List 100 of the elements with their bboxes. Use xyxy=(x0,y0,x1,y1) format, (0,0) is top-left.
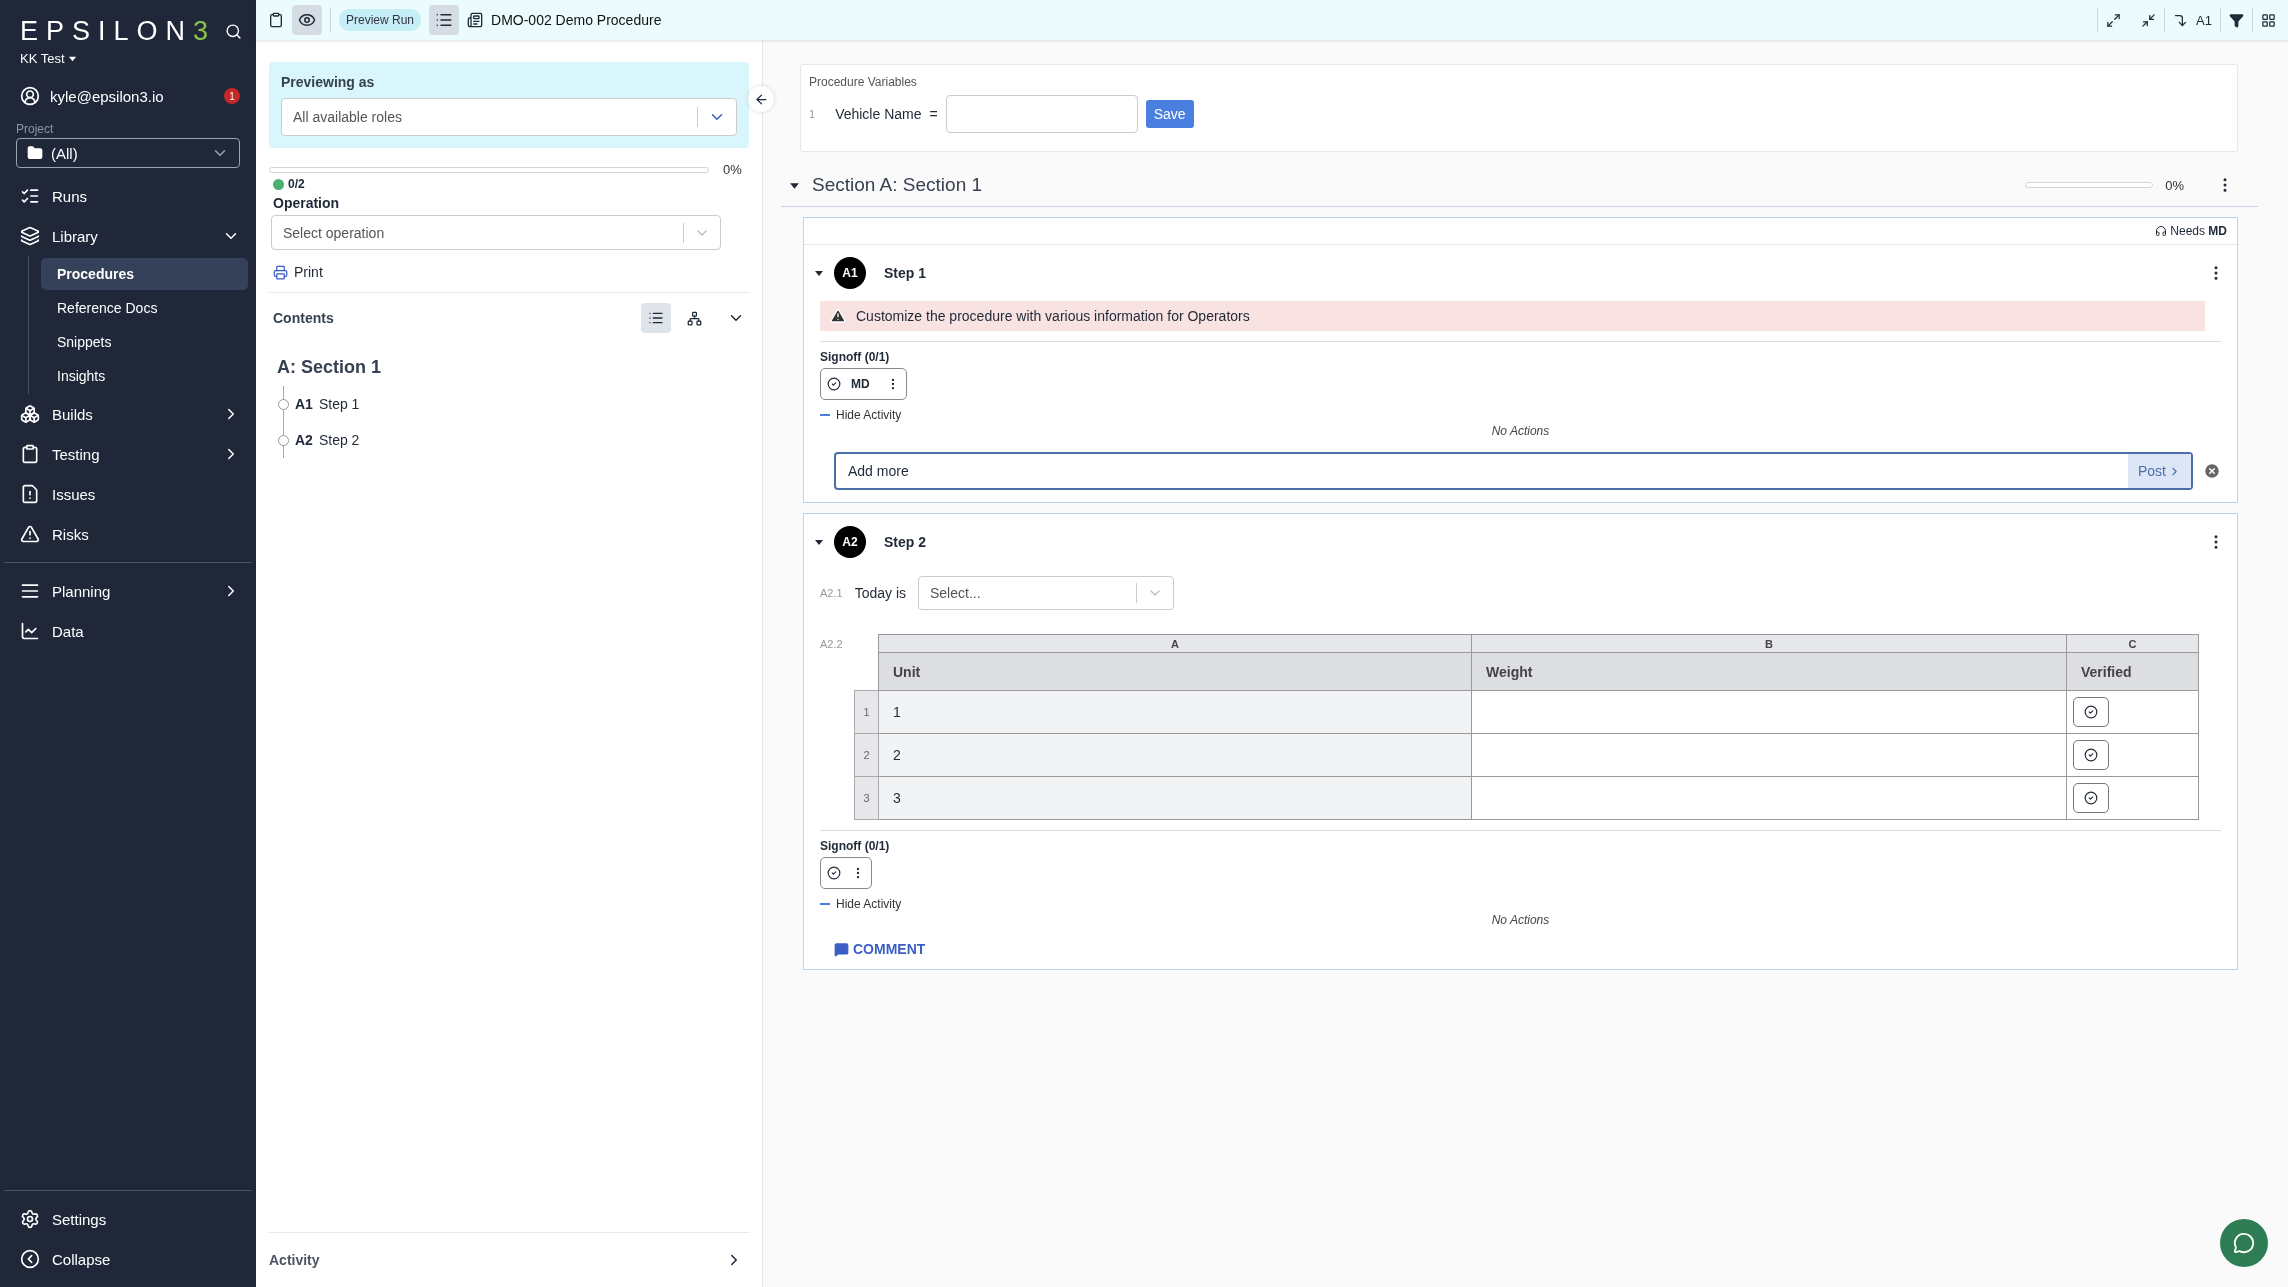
sidebar-footer-item[interactable]: Settings xyxy=(0,1199,256,1239)
operation-select[interactable]: Select operation xyxy=(271,215,721,250)
signoff-button[interactable]: MD xyxy=(820,368,907,400)
folder-icon xyxy=(27,145,43,161)
chevron-left-icon xyxy=(20,1249,40,1269)
sidebar-sub-item[interactable]: Procedures xyxy=(41,258,248,290)
dropdown-field[interactable]: Select... xyxy=(918,576,1174,610)
clipboard-icon xyxy=(20,444,40,464)
activity-label[interactable]: Activity xyxy=(269,1252,320,1268)
jump-label[interactable]: A1 xyxy=(2196,12,2212,28)
verify-button[interactable] xyxy=(2073,697,2109,727)
step-badge: A2 xyxy=(834,526,866,558)
role-select[interactable]: All available roles xyxy=(281,98,737,136)
menu-icon xyxy=(20,581,40,601)
preview-run-badge: Preview Run xyxy=(339,9,422,31)
no-actions-text: No Actions xyxy=(1490,424,1551,438)
step-title: Step 2 xyxy=(884,534,926,550)
save-button[interactable]: Save xyxy=(1145,100,1194,128)
sidebar-nav-item[interactable]: Runs xyxy=(0,176,256,216)
needs-label: Needs MD xyxy=(2170,224,2227,238)
section-progress-reading: 0% xyxy=(2165,177,2184,193)
sidebar-nav-item[interactable]: Planning xyxy=(0,571,256,611)
variable-input[interactable] xyxy=(945,95,1138,133)
layers-icon xyxy=(20,226,40,246)
signoff-button[interactable] xyxy=(820,857,872,889)
column-letter: A xyxy=(878,634,1472,653)
signoff-title: Signoff (0/1) xyxy=(820,350,891,364)
verify-button[interactable] xyxy=(2073,783,2109,813)
user-avatar-icon xyxy=(20,86,40,106)
chat-icon xyxy=(2233,1232,2255,1254)
column-header: Weight xyxy=(1471,652,2067,691)
signoff-title: Signoff (0/1) xyxy=(820,839,891,853)
filter-icon[interactable] xyxy=(2229,12,2244,28)
list-view-button[interactable] xyxy=(641,303,671,333)
post-button[interactable]: Post xyxy=(2128,454,2191,488)
caret-down-icon[interactable] xyxy=(814,537,824,547)
caret-down-icon[interactable] xyxy=(814,268,824,278)
checklist-icon xyxy=(20,186,40,206)
check-circle-icon xyxy=(2084,705,2098,719)
jump-icon xyxy=(2173,12,2189,28)
sidebar-nav-item[interactable]: Library xyxy=(0,216,256,256)
collapse-icon[interactable] xyxy=(2141,12,2157,28)
sidebar-nav-item[interactable]: Issues xyxy=(0,474,256,514)
eye-icon xyxy=(298,11,316,29)
warning-icon xyxy=(830,308,846,324)
row-number: 1 xyxy=(854,690,879,734)
contents-title: Contents xyxy=(273,310,334,326)
workspace-switcher[interactable]: KK Test xyxy=(20,51,65,66)
check-circle-icon xyxy=(827,866,841,880)
warning-text: Customize the procedure with various information for Operators xyxy=(856,308,1250,324)
contents-step-item[interactable]: A1 Step 1 xyxy=(278,386,749,422)
sidebar-nav-item[interactable]: Risks xyxy=(0,514,256,554)
row-number: 2 xyxy=(854,733,879,777)
settings-icon xyxy=(20,1209,40,1229)
check-circle-icon xyxy=(2084,748,2098,762)
chat-launcher-button[interactable] xyxy=(2220,1219,2268,1267)
table-cell[interactable] xyxy=(1471,733,2067,777)
headset-icon xyxy=(2155,225,2168,237)
line-chart-icon xyxy=(20,621,40,641)
progress-reading: 0% xyxy=(723,162,742,177)
document-icon xyxy=(467,12,484,28)
comment-icon xyxy=(834,941,849,957)
sidebar-sub-item[interactable]: Snippets xyxy=(41,326,248,358)
contents-section-title[interactable]: A: Section 1 xyxy=(269,343,749,386)
project-label: Project xyxy=(15,121,55,138)
sidebar-footer-item[interactable]: Collapse xyxy=(0,1239,256,1279)
user-email[interactable]: kyle@epsilon3.io xyxy=(50,87,164,105)
table-cell: 2 xyxy=(878,733,1472,777)
sidebar-sub-item[interactable]: Reference Docs xyxy=(41,292,248,324)
verify-button[interactable] xyxy=(2073,740,2109,770)
sidebar-nav-item[interactable]: Testing xyxy=(0,434,256,474)
comment-input[interactable]: Add more Post xyxy=(834,452,2193,490)
column-letter: B xyxy=(1471,634,2067,653)
clear-icon[interactable] xyxy=(2203,462,2221,480)
sidebar-nav-item[interactable]: Data xyxy=(0,611,256,651)
search-icon[interactable] xyxy=(225,23,242,40)
sidebar-sub-item[interactable]: Insights xyxy=(41,360,248,392)
expand-icon[interactable] xyxy=(2106,12,2122,28)
preview-toggle[interactable] xyxy=(292,5,322,35)
field-label: Today is xyxy=(854,585,906,601)
caret-down-icon[interactable] xyxy=(67,54,77,63)
sidebar-nav-item[interactable]: Builds xyxy=(0,394,256,434)
hide-activity-toggle[interactable]: Hide Activity xyxy=(820,897,2221,911)
clipboard-icon[interactable] xyxy=(268,12,284,28)
printer-icon xyxy=(273,264,288,280)
variables-title: Procedure Variables xyxy=(809,75,918,89)
procedure-title: DMO-002 Demo Procedure xyxy=(491,12,662,28)
step-title: Step 1 xyxy=(884,265,926,281)
list-view-toggle[interactable] xyxy=(429,5,460,35)
print-link[interactable]: Print xyxy=(269,250,749,292)
comment-button[interactable]: COMMENT xyxy=(834,941,926,957)
project-select[interactable]: (All) xyxy=(16,138,240,168)
contents-step-item[interactable]: A2 Step 2 xyxy=(278,422,749,458)
table-cell[interactable] xyxy=(1471,690,2067,734)
column-header: Unit xyxy=(878,652,1472,691)
table-cell[interactable] xyxy=(1471,776,2067,820)
grid-icon[interactable] xyxy=(2261,12,2276,28)
hide-activity-toggle[interactable]: Hide Activity xyxy=(820,408,2221,422)
logo: EPSILON 3 xyxy=(20,16,217,47)
check-circle-icon xyxy=(2084,791,2098,805)
